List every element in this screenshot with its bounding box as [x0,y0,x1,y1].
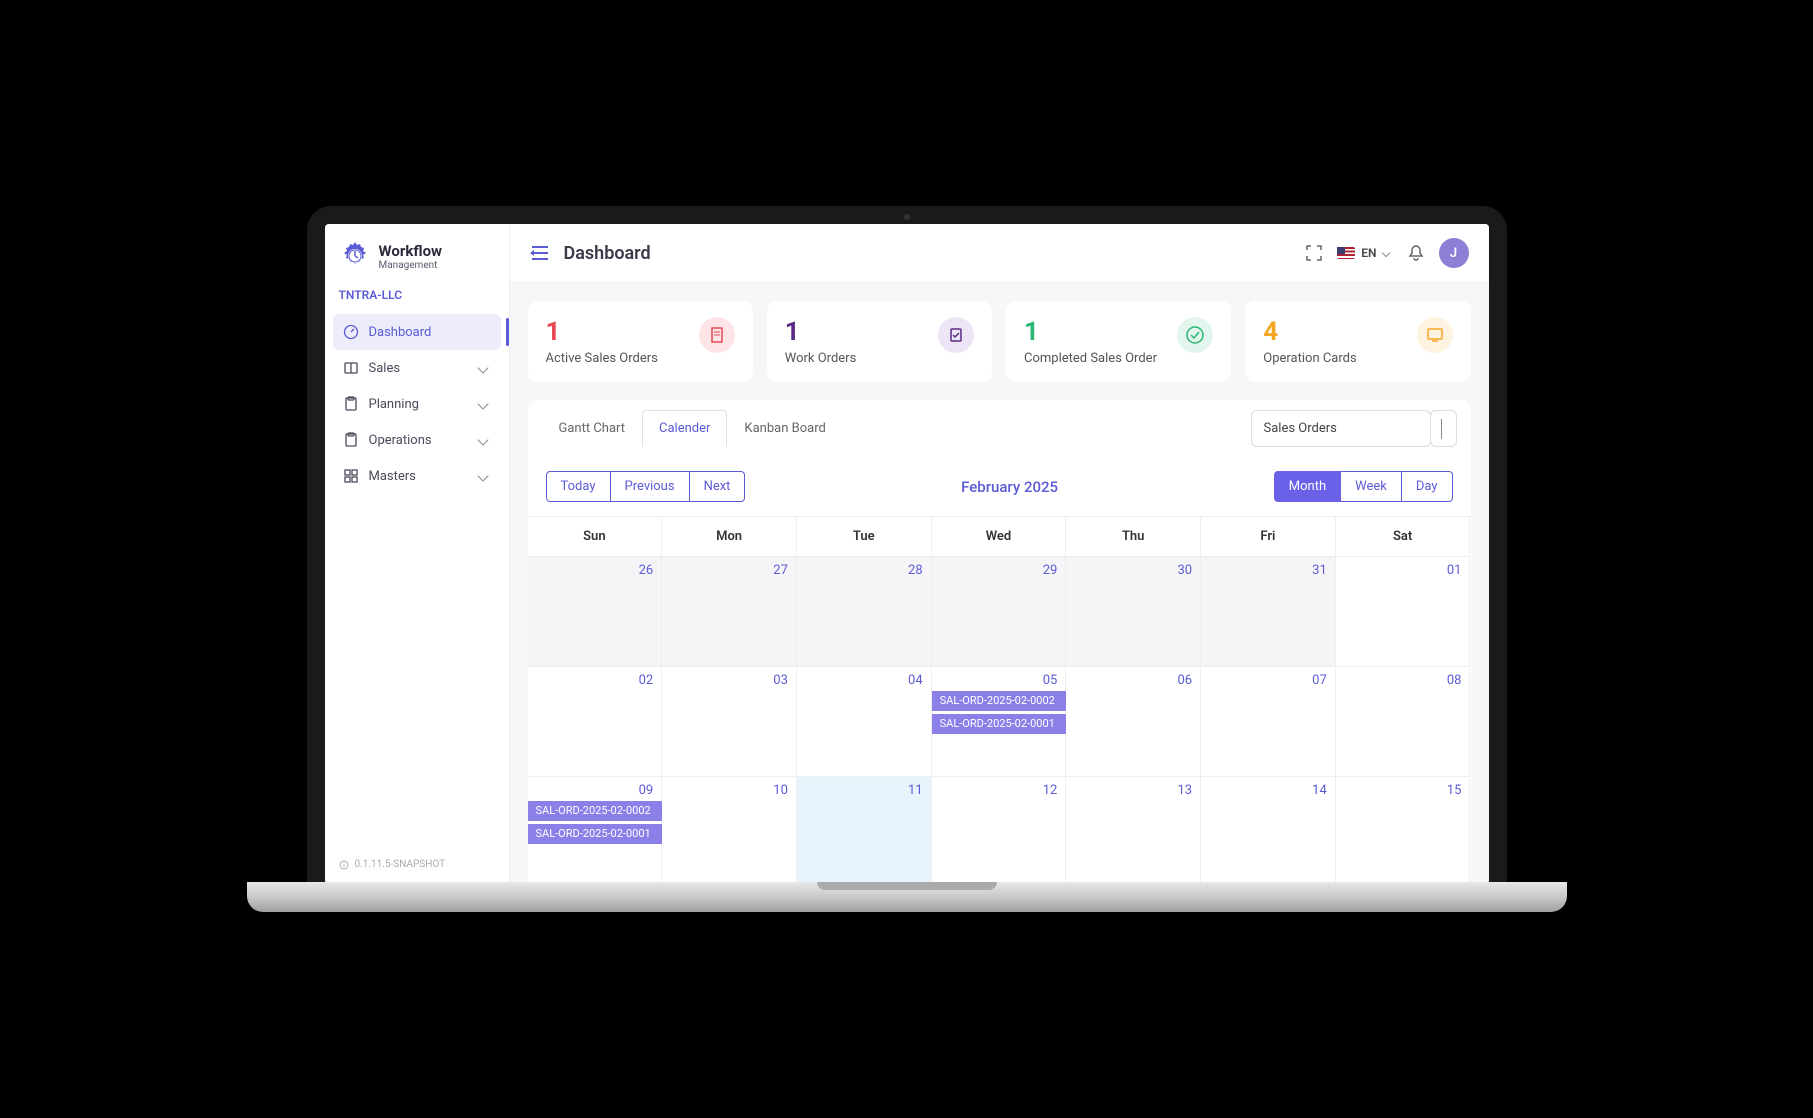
day-header: Sat [1336,517,1471,556]
card-count: 1 [1024,317,1157,347]
calendar-cell[interactable]: 01 [1336,556,1471,666]
nav-label: Planning [369,397,469,412]
calendar-cell[interactable]: 02 [528,666,663,776]
logo: Workflow Management [325,224,509,288]
card-active-sales-orders[interactable]: 1 Active Sales Orders [528,301,753,382]
check-circle-icon [1177,317,1213,353]
week-view-button[interactable]: Week [1341,471,1402,502]
calendar-cell-today[interactable]: 11 [797,776,932,884]
org-name: TNTRA-LLC [325,288,509,314]
sidebar-item-dashboard[interactable]: Dashboard [333,314,501,350]
calendar-cell[interactable]: 29 [932,556,1067,666]
topbar: Dashboard EN J [510,224,1489,283]
day-header: Fri [1201,517,1336,556]
nav-label: Masters [369,469,469,484]
us-flag-icon [1337,247,1355,259]
main-content: Dashboard EN J 1 Active Sales Orders [510,224,1489,884]
nav-label: Dashboard [369,325,491,340]
calendar-cell[interactable]: 15 [1336,776,1471,884]
previous-button[interactable]: Previous [611,471,690,502]
sidebar: Workflow Management TNTRA-LLC Dashboard … [325,224,510,884]
sidebar-item-sales[interactable]: Sales [333,350,501,386]
bell-icon[interactable] [1407,244,1425,262]
menu-toggle-icon[interactable] [530,244,550,262]
calendar-cell[interactable]: 28 [797,556,932,666]
next-button[interactable]: Next [690,471,746,502]
gauge-icon [343,324,359,340]
calendar-cell[interactable]: 07 [1201,666,1336,776]
brand-title: Workflow [379,242,443,260]
clipboard-icon [343,432,359,448]
calendar-panel: Gantt Chart Calender Kanban Board Sales … [528,400,1471,884]
day-header: Mon [662,517,797,556]
brand-subtitle: Management [379,260,443,271]
card-completed-sales-order[interactable]: 1 Completed Sales Order [1006,301,1231,382]
calendar-cell[interactable]: 05 SAL-ORD-2025-02-0002 SAL-ORD-2025-02-… [932,666,1067,776]
card-count: 1 [785,317,857,347]
book-icon [343,360,359,376]
clipboard-check-icon [938,317,974,353]
sidebar-item-masters[interactable]: Masters [333,458,501,494]
fullscreen-icon[interactable] [1305,244,1323,262]
card-count: 4 [1263,317,1356,347]
card-label: Active Sales Orders [546,351,658,366]
card-work-orders[interactable]: 1 Work Orders [767,301,992,382]
nav-label: Sales [369,361,469,376]
tab-gantt-chart[interactable]: Gantt Chart [542,410,643,447]
laptop-notch [817,882,997,890]
language-selector[interactable]: EN [1337,246,1392,260]
page-title: Dashboard [564,243,1292,264]
calendar-cell[interactable]: 04 [797,666,932,776]
calendar-cell[interactable]: 31 [1201,556,1336,666]
version-info: 0.1.11.5-SNAPSHOT [325,845,509,884]
avatar[interactable]: J [1439,238,1469,268]
sidebar-item-planning[interactable]: Planning [333,386,501,422]
stat-cards: 1 Active Sales Orders 1 Work Orders [528,301,1471,382]
nav-label: Operations [369,433,469,448]
chevron-down-icon [477,434,488,445]
laptop-base [247,882,1567,912]
clipboard-icon [343,396,359,412]
calendar-cell[interactable]: 14 [1201,776,1336,884]
chevron-down-icon [477,362,488,373]
sidebar-item-operations[interactable]: Operations [333,422,501,458]
day-header: Sun [528,517,663,556]
chevron-down-icon [1381,249,1389,257]
calendar-cell[interactable]: 13 [1066,776,1201,884]
calendar-title: February 2025 [745,478,1273,496]
calendar-cell[interactable]: 08 [1336,666,1471,776]
day-header: Wed [932,517,1067,556]
card-count: 1 [546,317,658,347]
month-view-button[interactable]: Month [1274,471,1341,502]
calendar-cell[interactable]: 12 [932,776,1067,884]
calendar-cell[interactable]: 03 [662,666,797,776]
receipt-icon [699,317,735,353]
chevron-down-icon [477,398,488,409]
view-type-select[interactable]: Sales Orders [1251,410,1431,447]
calendar-cell[interactable]: 10 [662,776,797,884]
calendar-cell[interactable]: 06 [1066,666,1201,776]
monitor-icon [1417,317,1453,353]
card-label: Operation Cards [1263,351,1356,366]
today-button[interactable]: Today [546,471,611,502]
gear-clock-icon [339,240,371,272]
select-caret[interactable] [1430,410,1457,447]
day-header: Tue [797,517,932,556]
day-view-button[interactable]: Day [1402,471,1453,502]
calendar-cell[interactable]: 09 SAL-ORD-2025-02-0002 SAL-ORD-2025-02-… [528,776,663,884]
chevron-down-icon [1441,419,1442,439]
tab-kanban-board[interactable]: Kanban Board [727,410,842,447]
chevron-down-icon [477,470,488,481]
tab-calender[interactable]: Calender [642,410,727,447]
info-icon [339,860,349,870]
calendar-cell[interactable]: 27 [662,556,797,666]
calendar-cell[interactable]: 30 [1066,556,1201,666]
day-header: Thu [1066,517,1201,556]
card-label: Work Orders [785,351,857,366]
card-label: Completed Sales Order [1024,351,1157,366]
card-operation-cards[interactable]: 4 Operation Cards [1245,301,1470,382]
calendar-cell[interactable]: 26 [528,556,663,666]
grid-icon [343,468,359,484]
laptop-camera [904,214,910,220]
